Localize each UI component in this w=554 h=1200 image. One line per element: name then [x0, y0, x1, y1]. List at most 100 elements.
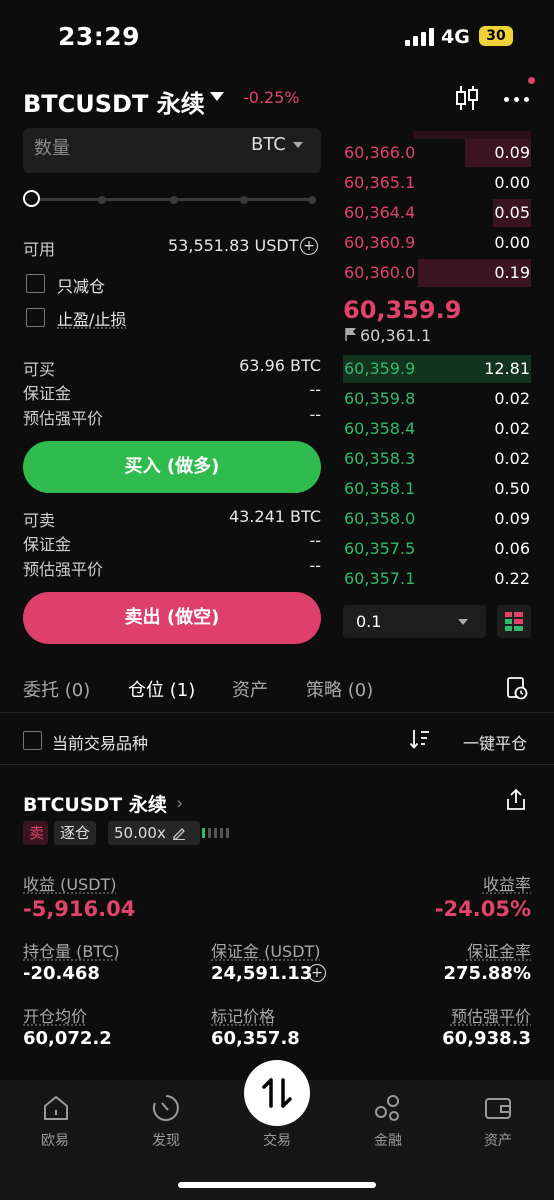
transfer-plus-icon[interactable]: +	[300, 237, 318, 255]
edit-icon[interactable]	[172, 826, 186, 840]
buy-max-label: 可买	[23, 360, 56, 379]
ask-price[interactable]: 60,360.0	[344, 263, 415, 282]
sell-max-value: 43.241 BTC	[228, 507, 321, 526]
bid-price[interactable]: 60,358.0	[344, 509, 415, 528]
buy-max-value: 63.96 BTC	[239, 356, 321, 375]
bid-price[interactable]: 60,357.5	[344, 539, 415, 558]
nav-discover[interactable]: 发现	[126, 1130, 206, 1150]
wallet-icon[interactable]	[483, 1093, 513, 1123]
tp-sl-label[interactable]: 止盈/止损	[57, 306, 126, 330]
slider-tick[interactable]	[98, 196, 106, 204]
leverage-tag[interactable]: 50.00x	[108, 821, 200, 845]
reduce-only-label[interactable]: 只减仓	[57, 273, 105, 297]
more-icon[interactable]	[502, 86, 532, 112]
sell-margin-label: 保证金	[23, 535, 72, 554]
liq-price-label: 预估强平价	[450, 1007, 531, 1026]
bid-qty[interactable]: 0.06	[450, 539, 530, 558]
bid-price[interactable]: 60,357.1	[344, 569, 415, 588]
nav-wallet[interactable]: 资产	[458, 1130, 538, 1150]
reduce-only-checkbox[interactable]	[26, 274, 45, 293]
ask-qty[interactable]: 0.00	[450, 173, 530, 192]
history-icon[interactable]	[506, 676, 528, 700]
ask-price[interactable]: 60,364.4	[344, 203, 415, 222]
position-title[interactable]: BTCUSDT 永续	[23, 790, 167, 817]
price-change: -0.25%	[243, 88, 300, 107]
bid-price[interactable]: 60,358.3	[344, 449, 415, 468]
chevron-down-icon[interactable]	[458, 619, 468, 625]
quantity-placeholder: 数量	[34, 138, 70, 159]
candlestick-chart-icon[interactable]	[454, 84, 480, 112]
slider-tick[interactable]	[308, 196, 316, 204]
trade-nav-button[interactable]	[244, 1060, 310, 1126]
bid-price[interactable]: 60,358.4	[344, 419, 415, 438]
mark-price-value: 60,357.8	[211, 1028, 300, 1049]
tp-sl-checkbox[interactable]	[26, 308, 45, 327]
sell-short-button[interactable]: 卖出 (做空)	[23, 592, 321, 644]
discover-icon[interactable]	[151, 1093, 181, 1123]
nav-trade[interactable]: 交易	[237, 1130, 317, 1150]
entry-price-label: 开仓均价	[23, 1007, 88, 1026]
bid-price[interactable]: 60,358.1	[344, 479, 415, 498]
current-symbol-label[interactable]: 当前交易品种	[52, 730, 148, 754]
tab-assets[interactable]: 资产	[232, 676, 268, 702]
chevron-down-icon[interactable]	[293, 142, 303, 148]
entry-price-value: 60,072.2	[23, 1028, 112, 1049]
sort-icon[interactable]	[409, 728, 431, 750]
mark-price-label: 标记价格	[211, 1007, 276, 1026]
pnl-value: -5,916.04	[23, 897, 136, 921]
mark-price: 60,361.1	[360, 326, 432, 345]
ask-price[interactable]: 60,366.0	[344, 143, 415, 162]
add-margin-plus-icon[interactable]: +	[308, 964, 326, 982]
close-all-button[interactable]: 一键平仓	[463, 730, 527, 754]
bid-price[interactable]: 60,359.8	[344, 389, 415, 408]
chevron-down-icon[interactable]	[210, 92, 224, 101]
current-symbol-checkbox[interactable]	[23, 731, 42, 750]
tab-strategies[interactable]: 策略 (0)	[306, 676, 373, 702]
sell-max-label: 可卖	[23, 511, 56, 530]
last-price[interactable]: 60,359.9	[343, 296, 461, 324]
orderbook-layout-button[interactable]	[497, 605, 531, 638]
buy-long-button[interactable]: 买入 (做多)	[23, 441, 321, 493]
ask-price[interactable]: 60,360.9	[344, 233, 415, 252]
slider-tick[interactable]	[240, 196, 248, 204]
ask-depth-bar	[413, 131, 531, 139]
margin-label: 保证金 (USDT)	[211, 942, 321, 961]
buy-margin-label: 保证金	[23, 384, 72, 403]
size-value: -20.468	[23, 963, 100, 984]
nav-finance[interactable]: 金融	[348, 1130, 428, 1150]
margin-value: 24,591.13	[211, 963, 313, 984]
ask-qty[interactable]: 0.05	[450, 203, 530, 222]
roe-value: -24.05%	[434, 897, 531, 921]
bid-qty[interactable]: 0.09	[450, 509, 530, 528]
ask-price[interactable]: 60,365.1	[344, 173, 415, 192]
liq-price-value: 60,938.3	[442, 1028, 531, 1049]
bid-qty[interactable]: 12.81	[450, 359, 530, 378]
nav-home[interactable]: 欧易	[15, 1130, 95, 1150]
share-icon[interactable]	[505, 788, 527, 812]
sell-margin-value: --	[309, 531, 321, 550]
bid-qty[interactable]: 0.22	[450, 569, 530, 588]
bid-qty[interactable]: 0.02	[450, 419, 530, 438]
home-icon[interactable]	[41, 1093, 71, 1123]
amount-slider-handle[interactable]	[23, 190, 40, 207]
finance-icon[interactable]	[373, 1093, 403, 1123]
depth-step-value[interactable]: 0.1	[356, 612, 381, 631]
bid-qty[interactable]: 0.02	[450, 449, 530, 468]
ask-qty[interactable]: 0.00	[450, 233, 530, 252]
status-time: 23:29	[58, 22, 141, 51]
ask-qty[interactable]: 0.19	[450, 263, 530, 282]
buy-liq-label: 预估强平价	[23, 409, 104, 428]
quantity-unit-select[interactable]: BTC	[251, 134, 286, 155]
ask-qty[interactable]: 0.09	[450, 143, 530, 162]
roe-label: 收益率	[482, 875, 531, 894]
bid-qty[interactable]: 0.50	[450, 479, 530, 498]
pair-title[interactable]: BTCUSDT 永续	[23, 84, 205, 119]
slider-tick[interactable]	[170, 196, 178, 204]
orderbook-layout-icon	[505, 612, 523, 631]
tab-positions[interactable]: 仓位 (1)	[128, 676, 195, 702]
bid-price[interactable]: 60,359.9	[344, 359, 415, 378]
bid-qty[interactable]: 0.02	[450, 389, 530, 408]
chevron-right-icon[interactable]: ›	[176, 793, 183, 814]
tab-orders[interactable]: 委托 (0)	[23, 676, 90, 702]
notification-dot	[528, 77, 535, 84]
